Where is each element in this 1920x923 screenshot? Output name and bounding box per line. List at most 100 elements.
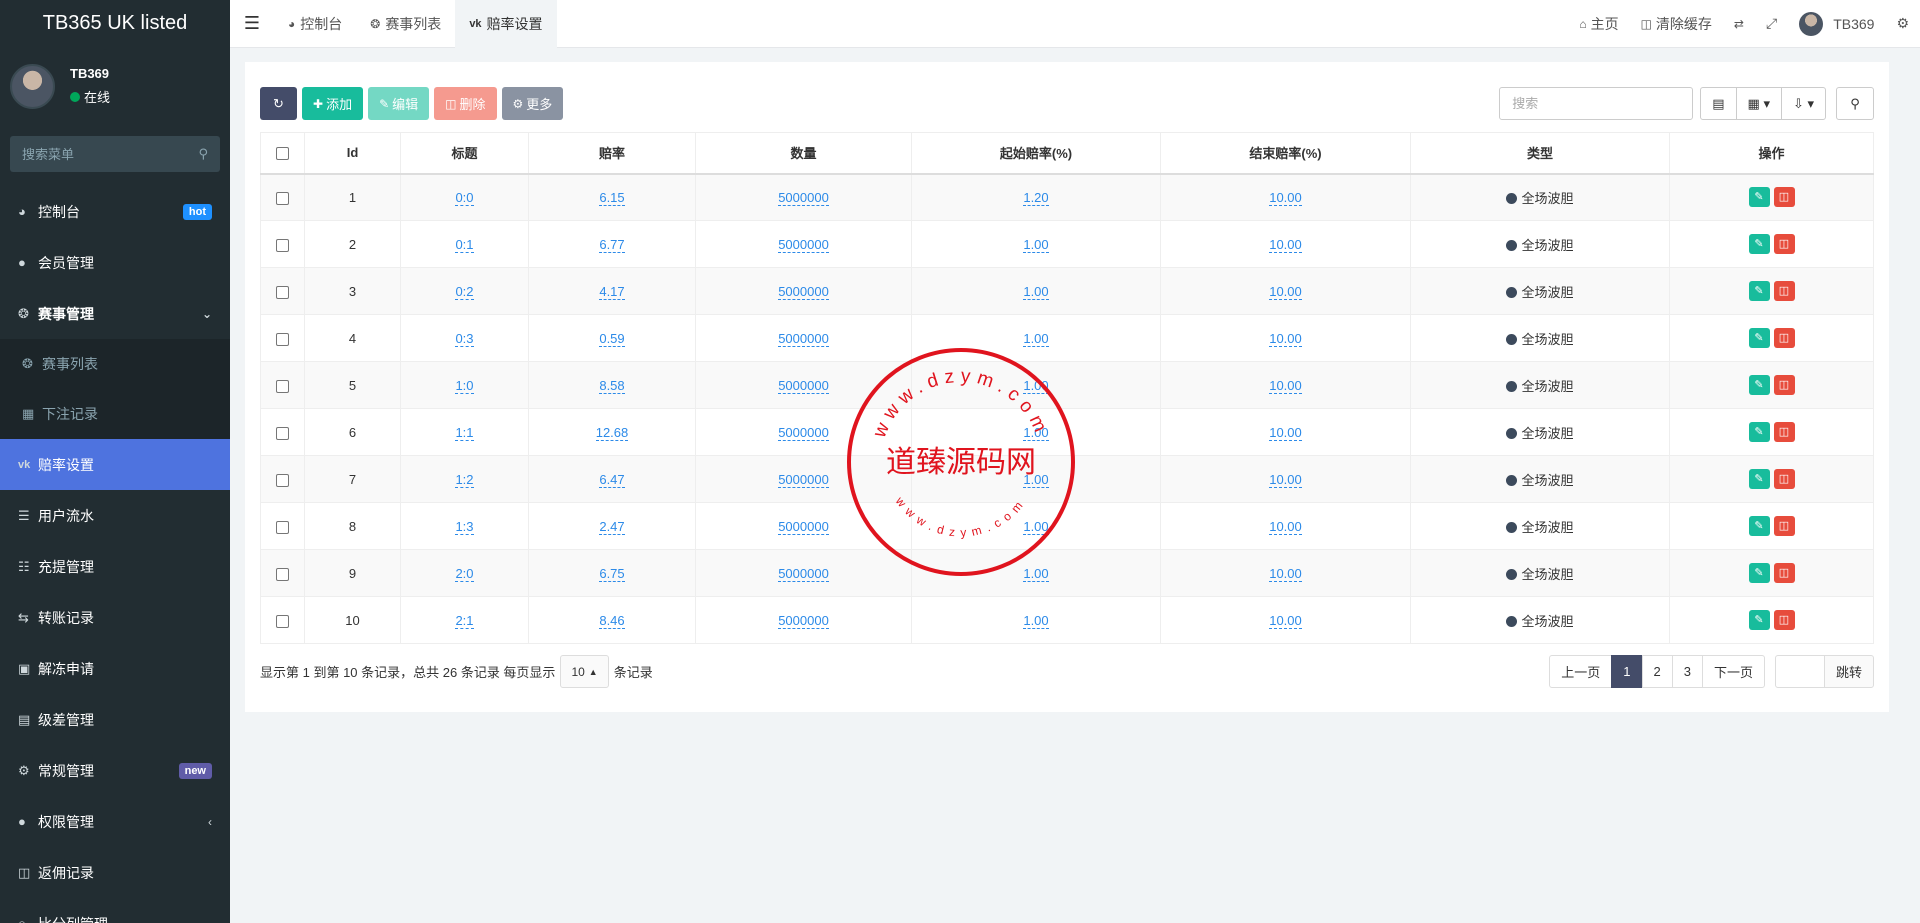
row-checkbox[interactable]: [276, 614, 289, 628]
row-delete-button[interactable]: ◫: [1773, 375, 1795, 395]
toggle-view-button[interactable]: ▤: [1700, 87, 1737, 120]
row-edit-button[interactable]: ✎: [1748, 516, 1770, 536]
editable-title[interactable]: 0:3: [455, 330, 474, 347]
editable-quantity[interactable]: 5000000: [778, 189, 829, 206]
sidebar-item-score-columns[interactable]: ○ 比分列管理: [0, 898, 230, 923]
row-checkbox[interactable]: [276, 332, 289, 346]
editable-odds[interactable]: 8.46: [599, 612, 625, 629]
fullscreen-icon[interactable]: ⤢: [1755, 15, 1788, 32]
sidebar-item-dashboard[interactable]: ◕ 控制台 hot: [0, 186, 230, 237]
editable-title[interactable]: 2:0: [455, 565, 474, 582]
editable-odds[interactable]: 8.58: [599, 377, 625, 394]
editable-end-odds[interactable]: 10.00: [1269, 236, 1302, 253]
prev-page-button[interactable]: 上一页: [1549, 655, 1613, 688]
sidebar-item-general[interactable]: ⚙ 常规管理 new: [0, 745, 230, 796]
editable-title[interactable]: 1:0: [455, 377, 474, 394]
row-delete-button[interactable]: ◫: [1773, 187, 1795, 208]
sidebar-item-deposit-withdraw[interactable]: ☷ 充提管理: [0, 541, 230, 592]
sidebar-item-members[interactable]: ● 会员管理: [0, 237, 230, 288]
jump-page-input[interactable]: [1774, 655, 1825, 688]
editable-title[interactable]: 1:1: [455, 424, 474, 441]
row-checkbox[interactable]: [276, 520, 289, 534]
editable-end-odds[interactable]: 10.00: [1269, 565, 1302, 582]
language-icon[interactable]: ⇄: [1723, 17, 1755, 31]
editable-title[interactable]: 1:3: [455, 518, 474, 535]
tab-odds-settings[interactable]: vk 赔率设置: [455, 0, 557, 48]
row-edit-button[interactable]: ✎: [1748, 469, 1770, 489]
next-page-button[interactable]: 下一页: [1701, 655, 1765, 688]
row-delete-button[interactable]: ◫: [1773, 234, 1795, 254]
search-icon[interactable]: ⚲: [198, 146, 208, 162]
editable-quantity[interactable]: 5000000: [778, 518, 829, 535]
jump-button[interactable]: 跳转: [1823, 655, 1874, 688]
editable-start-odds[interactable]: 1.00: [1023, 471, 1049, 488]
user-menu[interactable]: TB369: [1788, 11, 1885, 36]
select-all-checkbox[interactable]: [276, 147, 289, 161]
sidebar-item-odds-settings[interactable]: vk 赔率设置: [0, 439, 230, 490]
editable-end-odds[interactable]: 10.00: [1269, 471, 1302, 488]
editable-title[interactable]: 1:2: [455, 471, 474, 488]
tab-event-list[interactable]: ❂ 赛事列表: [356, 0, 455, 48]
sidebar-item-commission[interactable]: ◫ 返佣记录: [0, 847, 230, 898]
editable-quantity[interactable]: 5000000: [778, 612, 829, 629]
editable-odds[interactable]: 12.68: [595, 424, 629, 441]
row-edit-button[interactable]: ✎: [1748, 563, 1770, 583]
editable-start-odds[interactable]: 1.20: [1023, 189, 1049, 206]
editable-odds[interactable]: 6.47: [599, 471, 625, 488]
refresh-button[interactable]: ↻: [260, 87, 297, 120]
editable-odds[interactable]: 6.77: [599, 236, 625, 253]
editable-title[interactable]: 0:0: [455, 189, 474, 206]
row-checkbox[interactable]: [276, 285, 289, 299]
editable-end-odds[interactable]: 10.00: [1269, 424, 1302, 441]
row-delete-button[interactable]: ◫: [1773, 281, 1795, 301]
row-edit-button[interactable]: ✎: [1748, 422, 1770, 442]
editable-start-odds[interactable]: 1.00: [1023, 236, 1049, 253]
header-id[interactable]: Id: [304, 132, 401, 175]
page-button-3[interactable]: 3: [1671, 655, 1703, 688]
brand-logo[interactable]: TB365 UK listed: [0, 0, 230, 46]
editable-start-odds[interactable]: 1.00: [1023, 518, 1049, 535]
editable-quantity[interactable]: 5000000: [778, 471, 829, 488]
page-button-1[interactable]: 1: [1611, 655, 1643, 688]
row-delete-button[interactable]: ◫: [1773, 469, 1795, 489]
editable-end-odds[interactable]: 10.00: [1269, 330, 1302, 347]
row-edit-button[interactable]: ✎: [1748, 610, 1770, 630]
settings-icon[interactable]: ⚙: [1885, 15, 1920, 32]
row-delete-button[interactable]: ◫: [1773, 422, 1795, 442]
sidebar-item-transfer-records[interactable]: ⇆ 转账记录: [0, 592, 230, 643]
editable-odds[interactable]: 4.17: [599, 283, 625, 300]
editable-odds[interactable]: 2.47: [599, 518, 625, 535]
row-checkbox[interactable]: [276, 473, 289, 487]
row-checkbox[interactable]: [276, 379, 289, 393]
sidebar-item-permissions[interactable]: ● 权限管理 ‹: [0, 796, 230, 847]
sidebar-item-bet-records[interactable]: ▦ 下注记录: [0, 389, 230, 439]
editable-end-odds[interactable]: 10.00: [1269, 612, 1302, 629]
sidebar-item-event-list[interactable]: ❂ 赛事列表: [0, 339, 230, 389]
editable-quantity[interactable]: 5000000: [778, 565, 829, 582]
editable-start-odds[interactable]: 1.00: [1023, 612, 1049, 629]
sidebar-item-user-flow[interactable]: ☰ 用户流水: [0, 490, 230, 541]
row-checkbox[interactable]: [276, 191, 289, 205]
editable-quantity[interactable]: 5000000: [778, 424, 829, 441]
row-delete-button[interactable]: ◫: [1773, 563, 1795, 583]
search-toggle-button[interactable]: ⚲: [1836, 87, 1874, 120]
editable-quantity[interactable]: 5000000: [778, 236, 829, 253]
row-checkbox[interactable]: [276, 567, 289, 581]
add-button[interactable]: ✚ 添加: [302, 87, 364, 120]
sidebar-item-unfreeze[interactable]: ▣ 解冻申请: [0, 643, 230, 694]
editable-start-odds[interactable]: 1.00: [1023, 283, 1049, 300]
editable-odds[interactable]: 6.15: [599, 189, 625, 206]
editable-end-odds[interactable]: 10.00: [1269, 377, 1302, 394]
editable-title[interactable]: 0:2: [455, 283, 474, 300]
editable-end-odds[interactable]: 10.00: [1269, 189, 1302, 206]
sidebar-search-input[interactable]: [22, 146, 182, 162]
row-edit-button[interactable]: ✎: [1748, 234, 1770, 254]
tab-dashboard[interactable]: ◕ 控制台: [274, 0, 356, 48]
sidebar-item-level-diff[interactable]: ▤ 级差管理: [0, 694, 230, 745]
editable-start-odds[interactable]: 1.00: [1023, 424, 1049, 441]
row-checkbox[interactable]: [276, 426, 289, 440]
row-edit-button[interactable]: ✎: [1748, 281, 1770, 301]
row-edit-button[interactable]: ✎: [1748, 328, 1770, 348]
editable-end-odds[interactable]: 10.00: [1269, 283, 1302, 300]
columns-button[interactable]: ▦ ▾: [1735, 87, 1782, 120]
